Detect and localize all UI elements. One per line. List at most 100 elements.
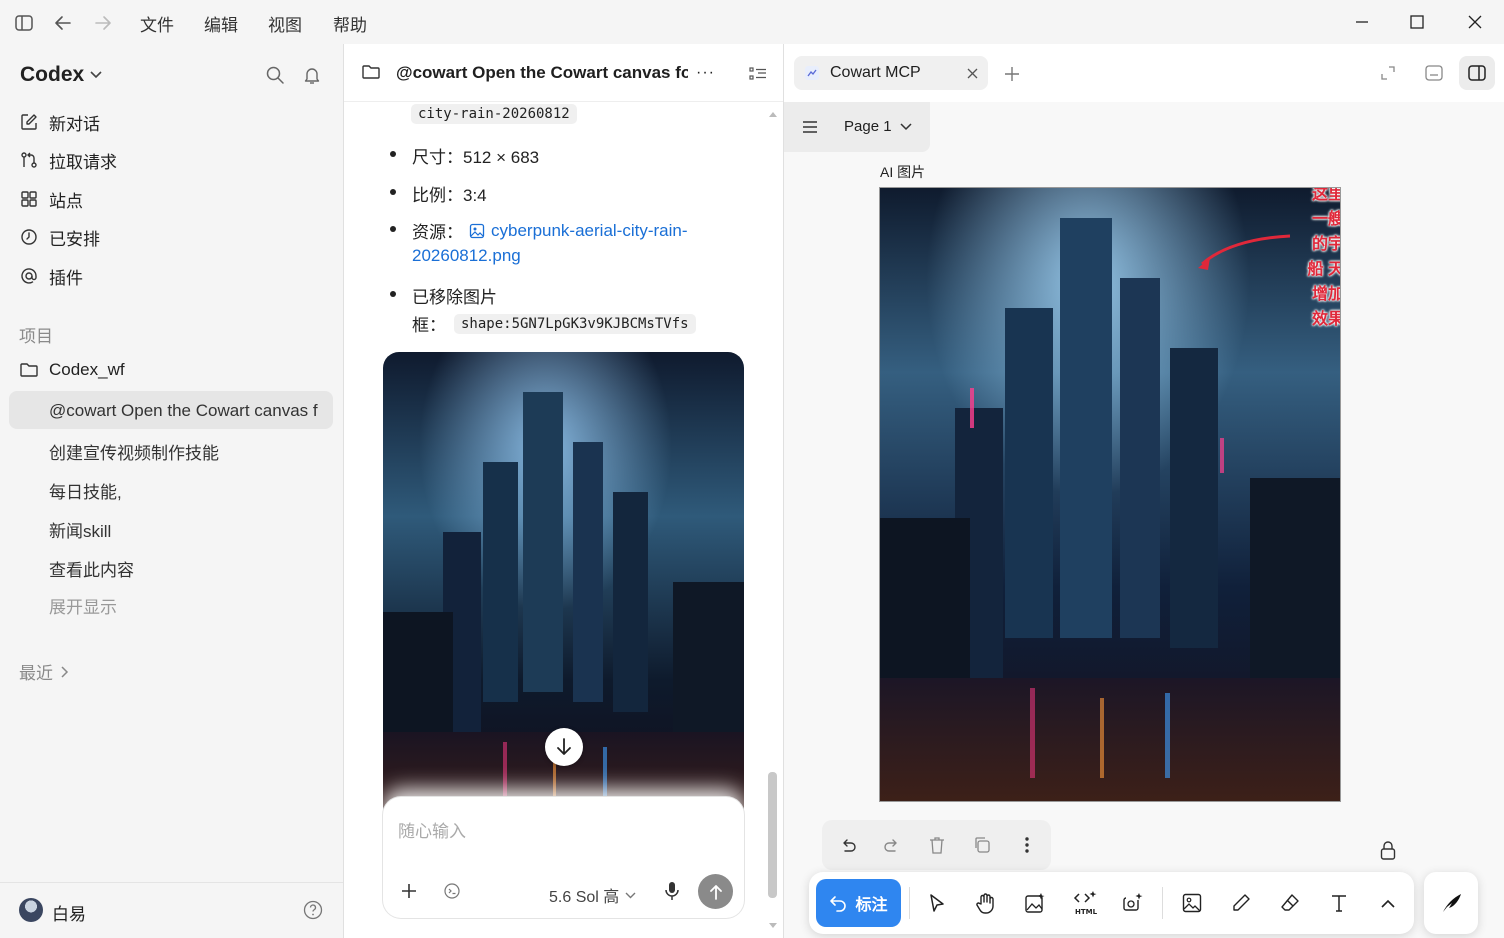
- expand-icon[interactable]: [1381, 66, 1395, 80]
- composer: 随心输入 5.6 Sol 高: [383, 797, 744, 918]
- more-icon[interactable]: ···: [696, 64, 715, 82]
- thread-item[interactable]: @cowart Open the Cowart canvas f: [49, 401, 321, 421]
- pencil-icon[interactable]: [1226, 888, 1256, 918]
- svg-text:HTML: HTML: [1075, 908, 1098, 916]
- minimize-icon[interactable]: [1350, 10, 1374, 34]
- outline-icon[interactable]: [749, 66, 767, 82]
- model-label: 5.6 Sol 高: [549, 889, 620, 906]
- panel-bottom-icon[interactable]: [1425, 65, 1443, 81]
- brand-label: Codex: [20, 63, 85, 86]
- ai-video-icon[interactable]: [1118, 888, 1148, 918]
- resource-link-cont[interactable]: 20260812.png: [412, 246, 521, 266]
- sidebar-toggle-icon[interactable]: [13, 12, 35, 34]
- microphone-icon[interactable]: [665, 881, 679, 901]
- panel-right-toggle[interactable]: [1459, 56, 1495, 90]
- undo-icon[interactable]: [833, 830, 863, 860]
- back-arrow-icon[interactable]: [52, 12, 74, 34]
- scrollbar-thumb[interactable]: [768, 772, 777, 898]
- menu-help[interactable]: 帮助: [333, 11, 367, 36]
- grid-icon: [19, 189, 39, 209]
- show-more-link[interactable]: 展开显示: [49, 593, 117, 618]
- close-icon[interactable]: [1463, 10, 1487, 34]
- terminal-icon[interactable]: [444, 883, 460, 899]
- drawing-toolbar: 标注 HTML: [809, 872, 1414, 934]
- ratio-line: 比例：3:4: [412, 186, 487, 205]
- frame-label[interactable]: AI 图片: [880, 162, 925, 182]
- menu-edit[interactable]: 编辑: [204, 11, 238, 36]
- select-cursor-icon[interactable]: [922, 888, 952, 918]
- hand-icon[interactable]: [971, 888, 1001, 918]
- at-icon: [19, 266, 39, 286]
- nav-sites[interactable]: 站点: [19, 184, 83, 214]
- cowart-feather-icon: [1439, 892, 1463, 914]
- send-button[interactable]: [698, 874, 733, 909]
- generated-image-preview[interactable]: [383, 352, 744, 822]
- ai-image-frame[interactable]: 这里 一艘 的宇 船 天 增加 效果: [879, 187, 1341, 802]
- annotate-button[interactable]: 标注: [816, 879, 901, 927]
- nav-plugins[interactable]: 插件: [19, 261, 83, 291]
- resource-line: 资源： cyberpunk-aerial-city-rain-: [412, 218, 688, 243]
- image-icon[interactable]: [1177, 888, 1207, 918]
- canvas-area[interactable]: Page 1 AI 图片 这里 一艘 的宇 船 天 增加 效果 标注 HTML: [784, 102, 1504, 938]
- tab-cowart-mcp[interactable]: Cowart MCP: [794, 56, 988, 90]
- annotate-label: 标注: [855, 897, 888, 914]
- chevron-down-icon: [90, 71, 102, 79]
- edit-icon: [19, 112, 39, 132]
- lock-icon[interactable]: [1380, 840, 1396, 860]
- ai-image-icon[interactable]: [1020, 888, 1050, 918]
- user-name[interactable]: 白易: [52, 900, 86, 925]
- redo-icon[interactable]: [877, 830, 907, 860]
- nav-label: 站点: [49, 191, 83, 211]
- hamburger-icon[interactable]: [802, 120, 818, 134]
- maximize-icon[interactable]: [1405, 10, 1429, 34]
- avatar[interactable]: [19, 898, 43, 922]
- search-icon[interactable]: [265, 65, 285, 85]
- page-selector[interactable]: Page 1: [784, 102, 930, 152]
- trash-icon[interactable]: [922, 830, 952, 860]
- sidebar: Codex 新对话 拉取请求 站点 已安排 插件 项目 Codex_wf @co…: [0, 44, 343, 938]
- nav-label: 插件: [49, 268, 83, 288]
- scroll-down-button[interactable]: [545, 728, 583, 766]
- text-tool-icon[interactable]: [1324, 888, 1354, 918]
- model-selector[interactable]: 5.6 Sol 高: [549, 883, 636, 907]
- plus-icon[interactable]: [401, 883, 417, 899]
- chevron-up-icon[interactable]: [1373, 888, 1403, 918]
- shape-id-code: shape:5GN7LpGK3v9KJBCMsTVfs: [454, 313, 696, 334]
- canvas-pane: Cowart MCP Page 1 AI 图片 这里 一艘 的宇 船 天 增加 …: [784, 44, 1504, 938]
- thread-item[interactable]: 查看此内容: [49, 556, 134, 581]
- message-input[interactable]: 随心输入: [398, 817, 466, 842]
- close-tab-icon[interactable]: [967, 68, 978, 79]
- recent-section[interactable]: 最近: [19, 659, 69, 684]
- projects-label: 项目: [19, 327, 53, 346]
- panel-right-icon: [1468, 65, 1486, 81]
- duplicate-icon[interactable]: [967, 830, 997, 860]
- help-icon[interactable]: [303, 900, 323, 920]
- bullet: [390, 226, 396, 232]
- eraser-icon[interactable]: [1275, 888, 1305, 918]
- cowart-brand-button[interactable]: [1424, 872, 1478, 934]
- forward-arrow-icon[interactable]: [92, 12, 114, 34]
- arrow-up-icon: [709, 884, 723, 900]
- scroll-up-icon[interactable]: [768, 110, 778, 118]
- nav-new-chat[interactable]: 新对话: [19, 107, 100, 137]
- chat-pane: @cowart Open the Cowart canvas fo ··· ci…: [343, 44, 784, 938]
- menu-view[interactable]: 视图: [268, 11, 302, 36]
- more-vertical-icon[interactable]: [1012, 830, 1042, 860]
- resource-link[interactable]: cyberpunk-aerial-city-rain-: [491, 221, 688, 241]
- project-name: Codex_wf: [49, 360, 125, 379]
- thread-item[interactable]: 新闻skill: [49, 517, 111, 542]
- workspace-switcher[interactable]: Codex: [20, 63, 102, 87]
- bell-icon[interactable]: [303, 65, 321, 85]
- chevron-right-icon: [61, 665, 69, 678]
- nav-pull-requests[interactable]: 拉取请求: [19, 145, 117, 175]
- project-folder[interactable]: Codex_wf: [19, 355, 125, 385]
- html-icon[interactable]: HTML: [1069, 888, 1103, 918]
- menu-file[interactable]: 文件: [140, 11, 174, 36]
- thread-item[interactable]: 每日技能,: [49, 478, 122, 503]
- new-tab-icon[interactable]: [1004, 66, 1020, 82]
- nav-scheduled[interactable]: 已安排: [19, 222, 100, 252]
- thread-item[interactable]: 创建宣传视频制作技能: [49, 439, 219, 464]
- scroll-down-icon[interactable]: [768, 922, 778, 930]
- folder-icon: [362, 64, 380, 80]
- size-line: 尺寸：512 × 683: [412, 148, 540, 167]
